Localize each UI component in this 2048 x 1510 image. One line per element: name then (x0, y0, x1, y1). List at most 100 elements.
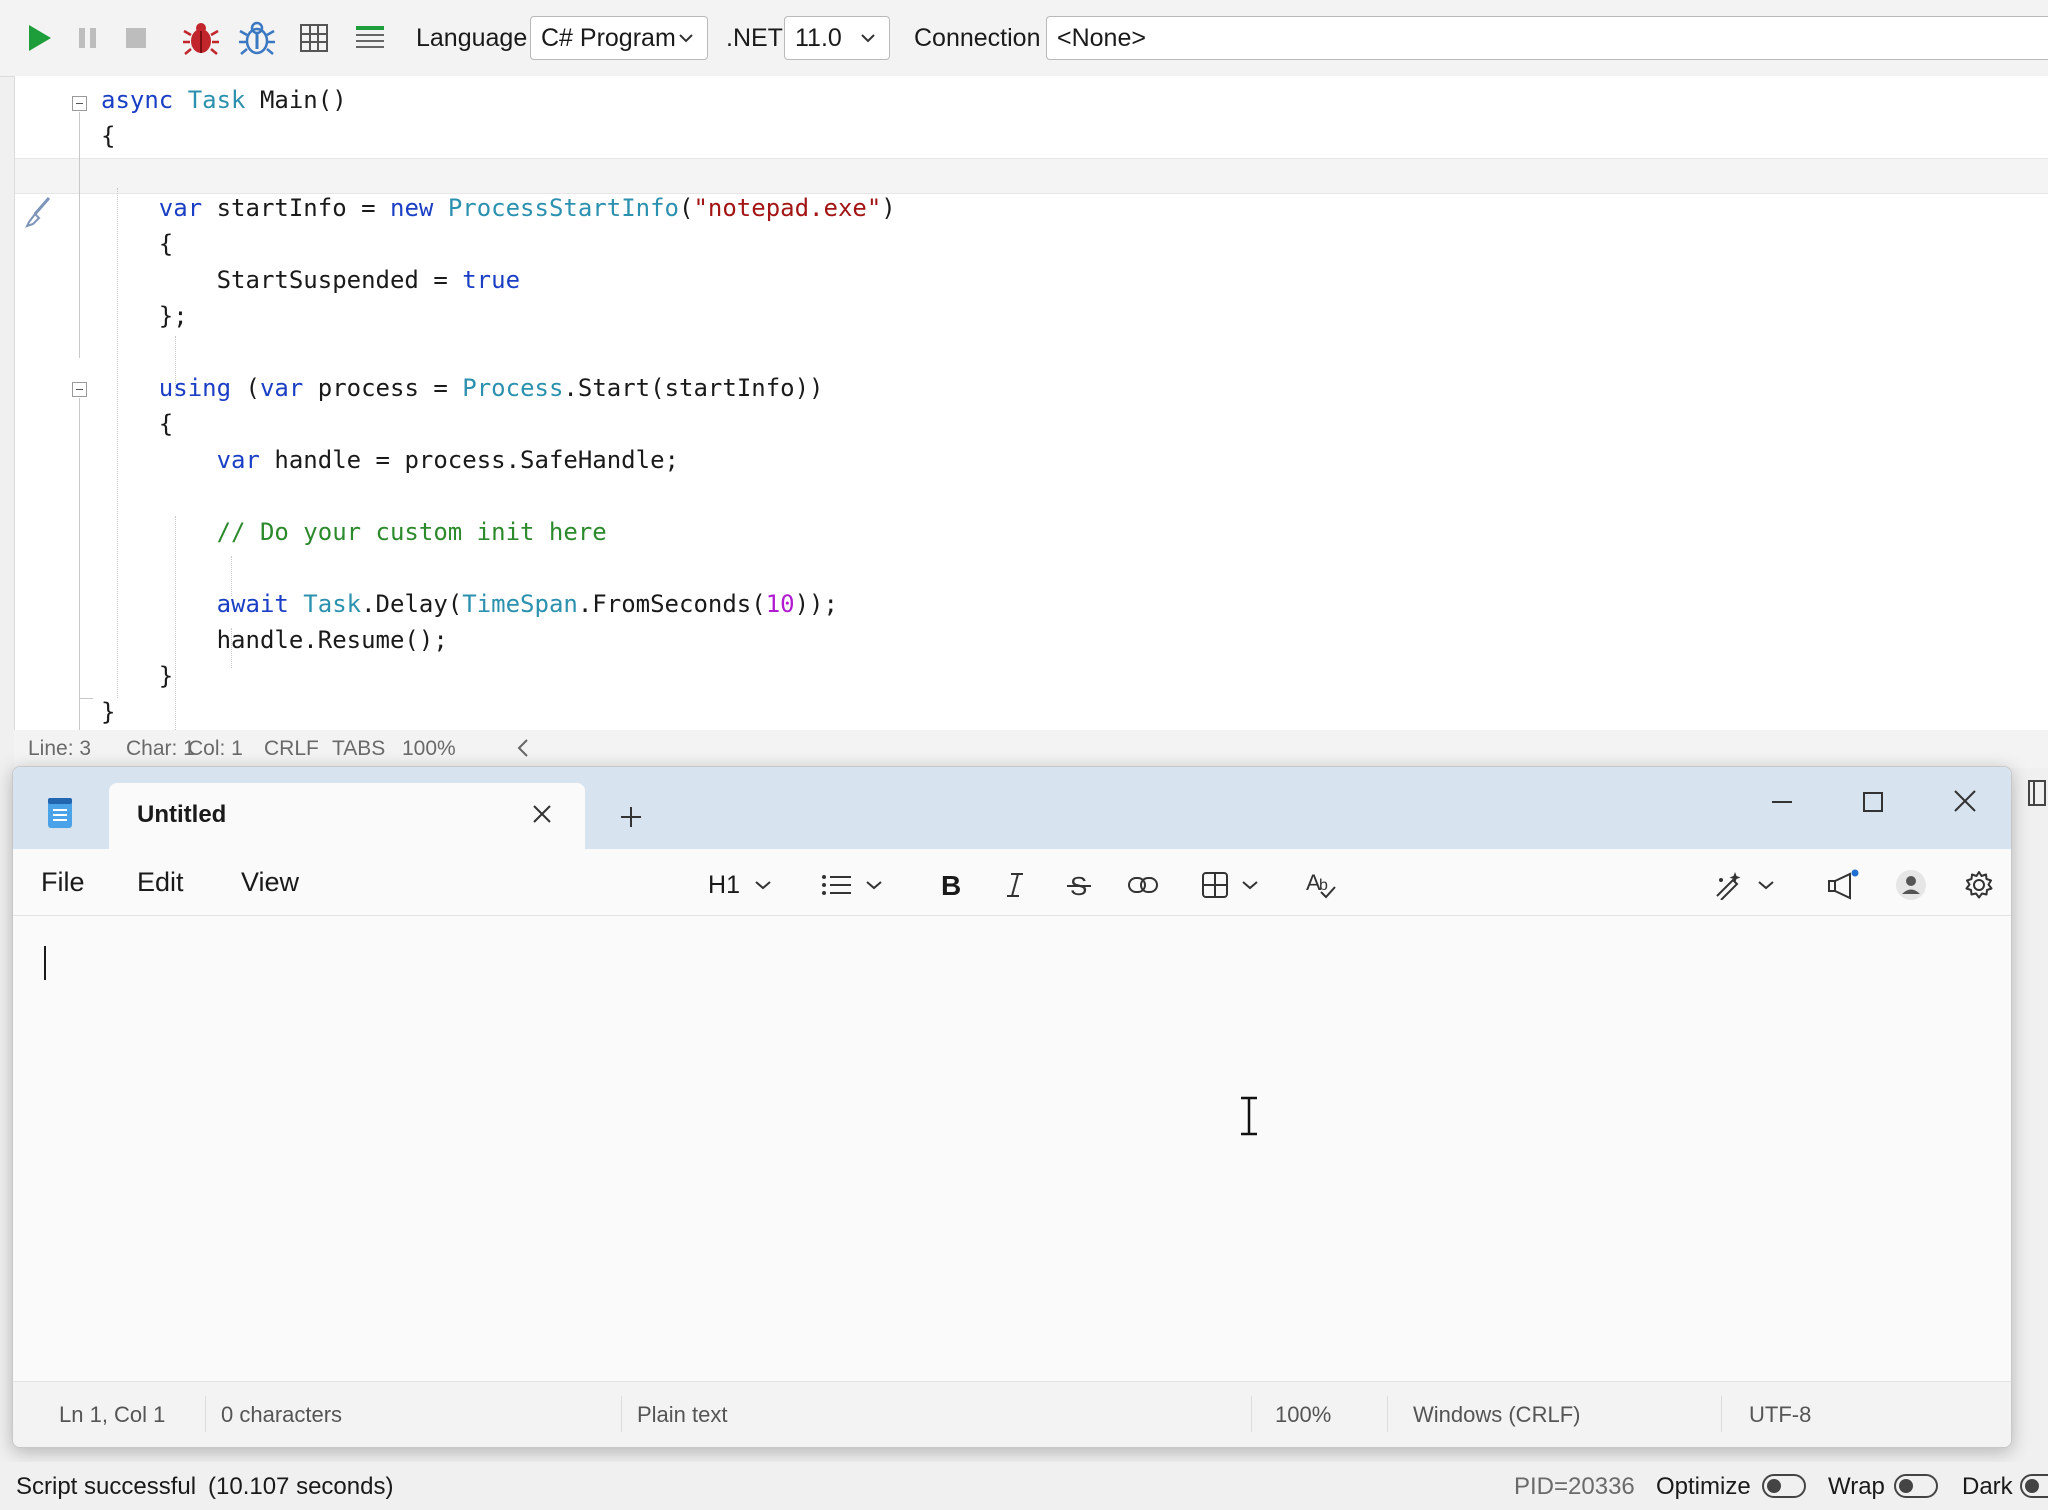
debug-step-icon (239, 21, 275, 55)
wrap-label: Wrap (1828, 1473, 1885, 1500)
status-indent: TABS (332, 737, 386, 760)
debug-step-button[interactable] (236, 16, 278, 60)
debug-bug-icon (183, 23, 219, 55)
dotnet-version-select[interactable]: 11.0 (784, 16, 890, 60)
gear-icon (1965, 871, 1993, 899)
character-count: 0 characters (221, 1402, 343, 1427)
profile-button[interactable] (1889, 865, 1933, 905)
notepad-menu-bar: File Edit View H1 B S Ab (13, 849, 2011, 916)
code-line: } (101, 662, 174, 690)
link-button[interactable] (1121, 865, 1165, 905)
chevron-down-icon (1242, 881, 1258, 890)
optimize-toggle[interactable] (1762, 1474, 1806, 1498)
svg-text:B: B (941, 871, 961, 899)
chevron-down-icon (677, 17, 695, 72)
notepad-title-bar: Untitled (13, 767, 2011, 849)
tab-title: Untitled (137, 801, 227, 828)
bold-icon: B (941, 871, 961, 899)
tab-untitled[interactable]: Untitled (109, 783, 585, 849)
heading-label: H1 (708, 870, 740, 899)
scroll-left-icon[interactable] (514, 734, 532, 768)
heading-dropdown[interactable]: H1 (701, 865, 781, 905)
strikethrough-icon: S (1067, 871, 1091, 899)
cursor-position: Ln 1, Col 1 (59, 1402, 166, 1427)
settings-button[interactable] (1957, 865, 2001, 905)
profile-icon (1896, 870, 1926, 900)
plus-icon[interactable] (619, 805, 643, 834)
collapse-icon[interactable] (72, 96, 87, 111)
wrap-toggle[interactable] (1894, 1474, 1938, 1498)
current-line-highlight (15, 158, 2048, 194)
language-label: Language (416, 24, 528, 52)
script-status: Script successful (16, 1473, 197, 1500)
dark-label: Dark (1962, 1473, 2013, 1500)
menu-file[interactable]: File (41, 867, 85, 898)
code-line: // Do your custom init here (216, 518, 607, 546)
chevron-down-icon (866, 881, 882, 890)
brush-icon[interactable] (25, 194, 53, 233)
text-results-button[interactable] (352, 16, 388, 60)
list-icon (822, 875, 851, 895)
line-ending[interactable]: Windows (CRLF) (1413, 1402, 1580, 1428)
menu-edit[interactable]: Edit (137, 867, 184, 898)
code-line: { (101, 122, 116, 150)
whats-new-button[interactable] (1821, 865, 1865, 905)
connection-value: <None> (1057, 24, 1146, 52)
copilot-icon (1716, 872, 1741, 900)
spellcheck-icon: Ab (1306, 870, 1336, 899)
spellcheck-button[interactable]: Ab (1299, 865, 1343, 905)
encoding[interactable]: UTF-8 (1749, 1402, 1811, 1428)
strikethrough-button[interactable]: S (1057, 865, 1101, 905)
status-col: Col: 1 (188, 737, 243, 760)
notepad-window: Untitled File Edit View H1 B S A b Ln 1,… (12, 766, 2012, 1448)
minimize-icon[interactable] (1769, 789, 1795, 820)
chevron-down-icon (1758, 881, 1774, 890)
list-dropdown[interactable] (813, 865, 893, 905)
notepad-text-area[interactable] (13, 916, 2011, 1380)
app-status-bar: Script successful (10.107 seconds) PID=2… (0, 1462, 2048, 1510)
menu-view[interactable]: View (241, 867, 299, 898)
debug-button[interactable] (180, 16, 222, 60)
pause-button[interactable] (70, 16, 106, 60)
close-icon[interactable] (1951, 787, 1979, 820)
chevron-down-icon (755, 881, 771, 890)
close-icon[interactable] (531, 803, 553, 830)
fold-line (79, 398, 80, 768)
text-format[interactable]: Plain text (637, 1402, 728, 1428)
italic-button[interactable] (993, 865, 1037, 905)
connection-label: Connection (914, 24, 1041, 52)
language-value: C# Program (541, 24, 676, 52)
maximize-icon[interactable] (1860, 789, 1886, 820)
collapse-icon[interactable] (72, 382, 87, 397)
language-select[interactable]: C# Program (530, 16, 708, 60)
table-icon (1202, 872, 1228, 898)
notepad-app-icon (47, 797, 73, 834)
code-line: var handle = process.SafeHandle; (216, 446, 679, 474)
code-line: } (101, 698, 116, 726)
optimize-label: Optimize (1656, 1473, 1751, 1500)
text-cursor-icon (1237, 1096, 1261, 1141)
bold-button[interactable]: B (929, 865, 973, 905)
dotnet-label: .NET (726, 24, 783, 52)
fold-line (79, 112, 80, 358)
grid-results-icon (300, 24, 328, 52)
copilot-dropdown[interactable] (1705, 865, 1785, 905)
run-icon (29, 25, 51, 51)
run-button[interactable] (22, 16, 58, 60)
code-line: var startInfo = new ProcessStartInfo("no… (158, 194, 896, 222)
dark-toggle[interactable] (2020, 1474, 2048, 1498)
side-panel-icon[interactable] (2026, 778, 2048, 813)
megaphone-icon (1828, 869, 1859, 900)
code-line: StartSuspended = true (101, 266, 521, 294)
editor-status-bar: Line: 3 Char: 1 Col: 1 CRLF TABS 100% (14, 730, 2048, 768)
grid-results-button[interactable] (296, 16, 332, 60)
code-editor[interactable]: async Task Main() { var startInfo = new … (14, 76, 2048, 768)
table-dropdown[interactable] (1193, 865, 1269, 905)
code-line: }; (101, 302, 188, 330)
connection-select[interactable]: <None> (1046, 16, 2048, 60)
code-line: handle.Resume(); (101, 626, 448, 654)
zoom-level[interactable]: 100% (1275, 1402, 1331, 1428)
stop-button[interactable] (118, 16, 154, 60)
dotnet-version-value: 11.0 (795, 24, 842, 52)
script-duration: (10.107 seconds) (208, 1473, 394, 1500)
